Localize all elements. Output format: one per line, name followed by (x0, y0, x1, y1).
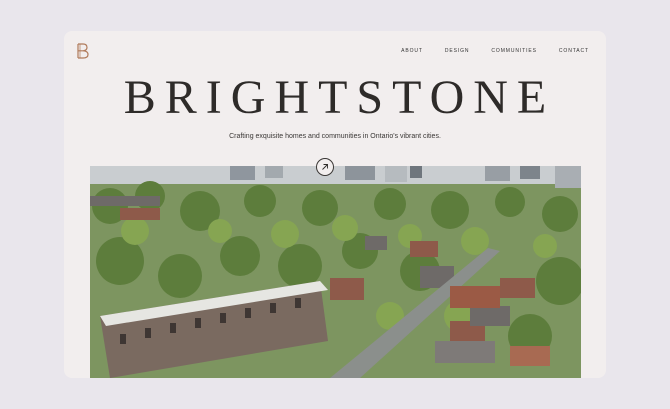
hero-aerial-image (90, 166, 581, 378)
arrow-up-right-icon[interactable] (316, 158, 334, 176)
hero-tagline: Crafting exquisite homes and communities… (229, 133, 441, 140)
brightstone-logo-icon[interactable] (76, 43, 90, 59)
hero-card: ABOUT DESIGN COMMUNITIES CONTACT BRIGHTS… (64, 31, 606, 378)
main-nav: ABOUT DESIGN COMMUNITIES CONTACT (401, 48, 589, 54)
nav-contact-link[interactable]: CONTACT (559, 48, 589, 54)
brand-title: BRIGHTSTONE (123, 71, 556, 124)
nav-about-link[interactable]: ABOUT (401, 48, 423, 54)
nav-design-link[interactable]: DESIGN (445, 48, 470, 54)
nav-communities-link[interactable]: COMMUNITIES (491, 48, 536, 54)
